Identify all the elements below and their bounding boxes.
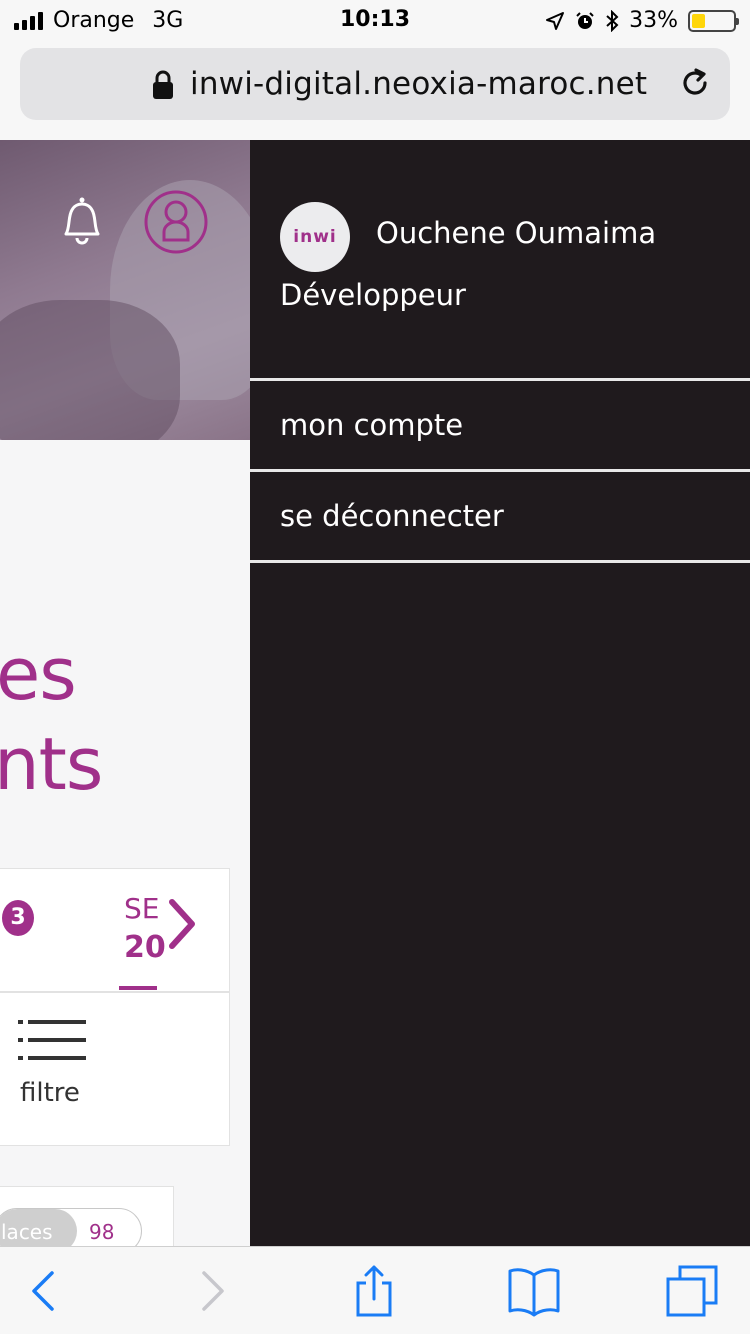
battery-icon xyxy=(688,9,739,32)
filter-label[interactable]: filtre xyxy=(20,1078,80,1108)
side-drawer-menu: inwi Ouchene Oumaima Développeur mon com… xyxy=(250,140,750,1246)
status-right: 33% xyxy=(545,8,739,33)
battery-percent: 33% xyxy=(629,8,678,33)
user-name: Ouchene Oumaima xyxy=(376,216,657,250)
divider xyxy=(250,560,750,563)
lock-icon xyxy=(153,70,173,99)
count-badge: 3 xyxy=(2,900,34,936)
list-filter-icon[interactable] xyxy=(18,1018,86,1066)
status-bar: Orange 3G 10:13 33% xyxy=(0,0,750,40)
bookmarks-icon[interactable] xyxy=(506,1265,562,1317)
browser-toolbar xyxy=(0,1246,750,1334)
month-label-top[interactable]: SE xyxy=(124,893,159,925)
inwi-logo: inwi xyxy=(293,227,337,247)
user-role: Développeur xyxy=(280,278,466,312)
alarm-icon xyxy=(576,11,594,29)
month-underline xyxy=(119,986,157,990)
filter-card[interactable] xyxy=(0,992,230,1146)
hero-banner xyxy=(0,140,250,440)
address-bar[interactable]: inwi-digital.neoxia-maroc.net xyxy=(20,48,730,120)
chevron-right-icon[interactable] xyxy=(164,896,200,952)
url-text[interactable]: inwi-digital.neoxia-maroc.net xyxy=(190,66,647,102)
avatar: inwi xyxy=(280,202,350,272)
user-profile-icon[interactable] xyxy=(142,188,210,256)
forward-icon[interactable] xyxy=(184,1265,240,1317)
bluetooth-icon xyxy=(606,9,619,32)
back-icon[interactable] xyxy=(16,1265,72,1317)
month-label-bottom[interactable]: 20 xyxy=(124,930,166,965)
tabs-icon[interactable] xyxy=(664,1265,720,1317)
menu-item-se-deconnecter[interactable]: se déconnecter xyxy=(250,472,750,560)
share-icon[interactable] xyxy=(346,1265,402,1317)
reload-icon[interactable] xyxy=(678,66,712,100)
page-heading-line2: nts xyxy=(0,722,103,806)
menu-item-mon-compte[interactable]: mon compte xyxy=(250,381,750,469)
browser-chrome: inwi-digital.neoxia-maroc.net xyxy=(0,40,750,140)
page-heading-line1: es xyxy=(0,632,77,716)
notification-bell-icon[interactable] xyxy=(52,190,112,250)
location-icon xyxy=(546,11,565,30)
